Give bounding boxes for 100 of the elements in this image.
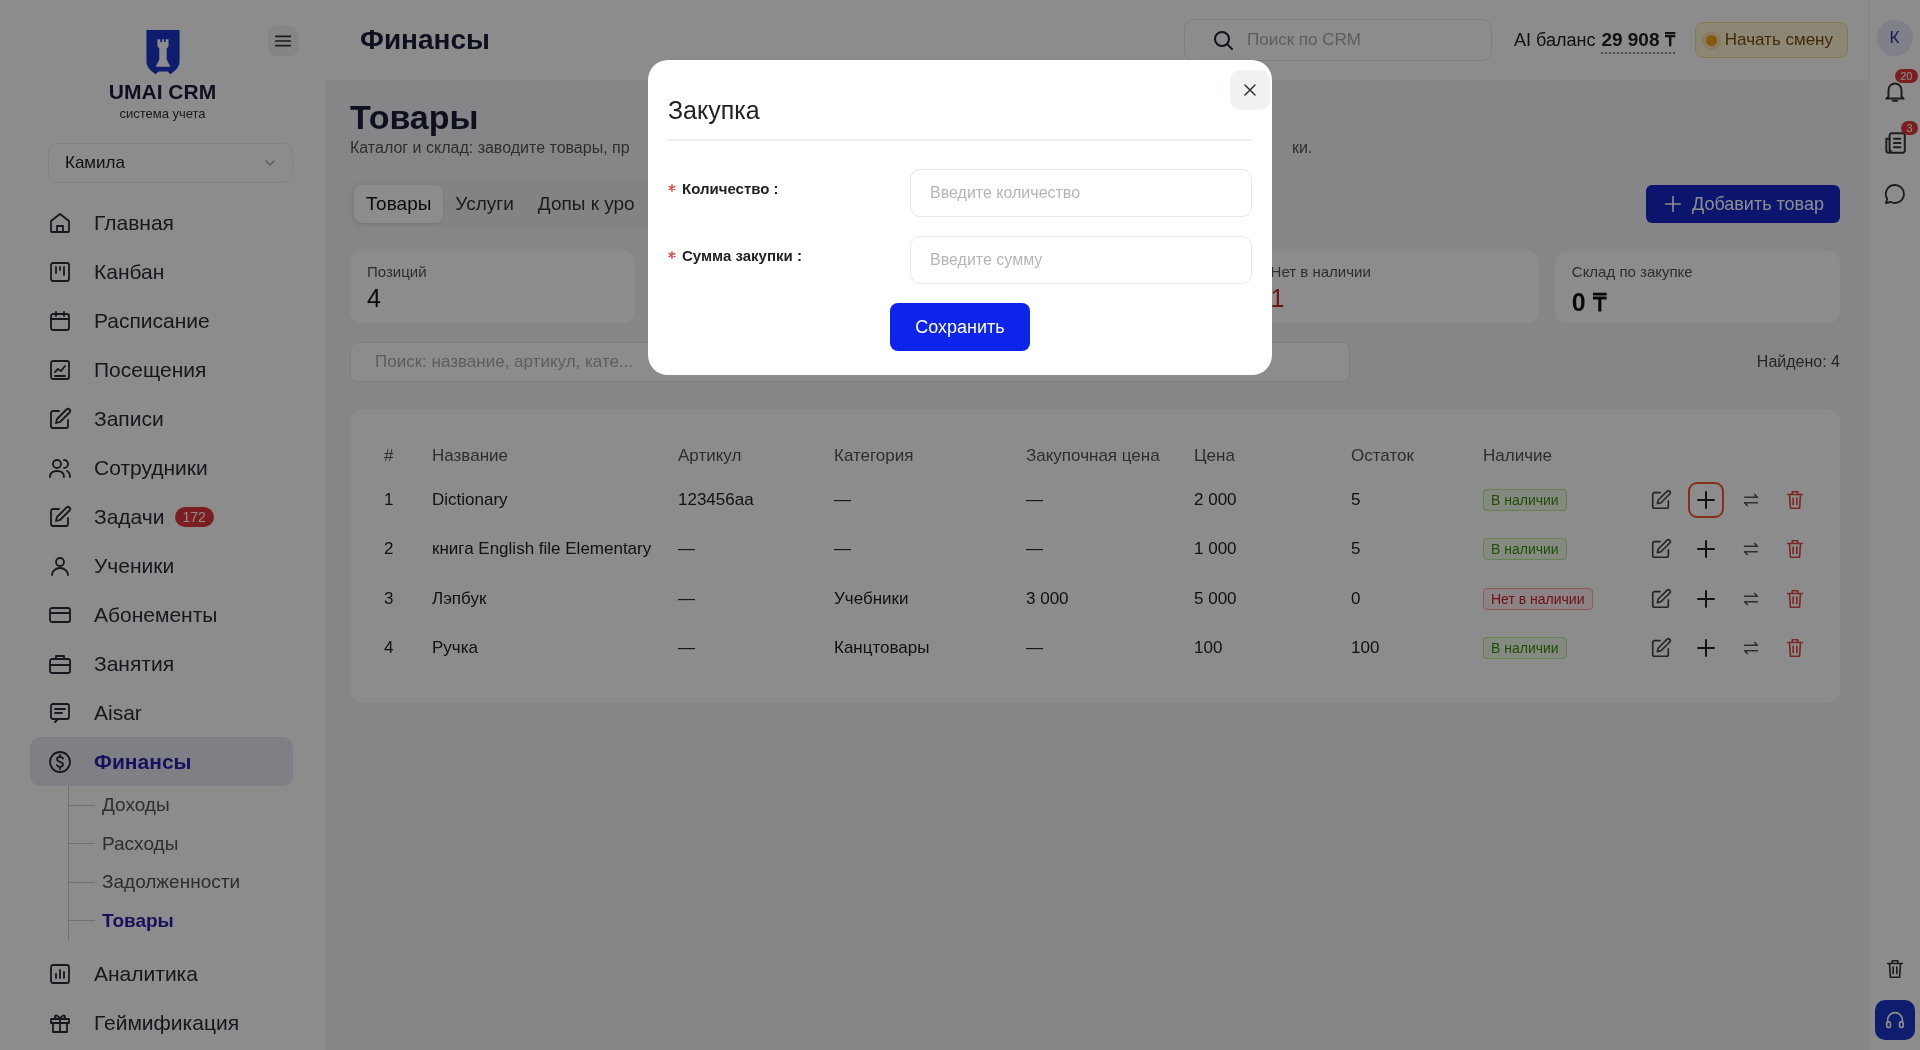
field-label: Сумма закупки :: [682, 246, 802, 264]
headset-icon: [1883, 1009, 1906, 1031]
stat-value: 1: [1270, 284, 1286, 313]
sidebar-item[interactable]: Расписание: [30, 296, 293, 345]
sidebar-item[interactable]: Геймификация: [30, 998, 293, 1047]
table-cell-text: 100: [1194, 637, 1224, 660]
trash-icon: [1784, 488, 1806, 511]
sidebar-item[interactable]: Абонементы: [30, 590, 293, 639]
column-header: Категория: [834, 437, 1026, 475]
table-cell: 5 000: [1194, 574, 1351, 624]
table-cell: Учебники: [834, 574, 1026, 624]
sidebar-item[interactable]: Аналитика: [30, 949, 293, 998]
start-shift-button[interactable]: Начать смену: [1694, 22, 1848, 58]
chart-board-icon: [48, 357, 72, 382]
input-field[interactable]: Введите количество: [910, 169, 1252, 217]
sidebar-subitem[interactable]: Товары: [69, 901, 325, 940]
availability-tag: В наличии: [1483, 538, 1567, 561]
trash-icon: [1784, 587, 1806, 610]
availability-tag: В наличии: [1483, 488, 1567, 511]
sidebar-item-label: Aisar: [94, 700, 142, 725]
sidebar-item[interactable]: Главная: [30, 198, 293, 247]
column-header: Артикул: [678, 445, 743, 467]
stat-value: 0 ₸: [1571, 287, 1608, 318]
sidebar-subitem[interactable]: Задолженности: [69, 863, 325, 902]
sidebar-item-label: Главная: [94, 210, 174, 235]
search-icon: [1211, 28, 1235, 52]
sidebar-subitem[interactable]: Доходы: [69, 786, 325, 825]
table-cell: 2 000: [1194, 475, 1351, 525]
sidebar-item[interactable]: Aisar: [30, 688, 293, 737]
sidebar-item-label: Ученики: [94, 553, 175, 578]
save-button[interactable]: Сохранить: [890, 303, 1030, 351]
section-description: ки.: [1292, 139, 1313, 157]
home-icon: [48, 210, 72, 235]
menu-button[interactable]: [268, 26, 298, 56]
sidebar-item[interactable]: Ученики: [30, 541, 293, 590]
dollar-icon: [48, 749, 72, 774]
page-title: Финансы: [360, 24, 491, 56]
tab[interactable]: Допы к уро: [525, 185, 647, 223]
table-cell: 3: [384, 574, 432, 624]
calendar-icon: [48, 308, 72, 333]
sidebar-item[interactable]: Сотрудники: [30, 443, 293, 492]
table-cell: 0: [1351, 574, 1483, 624]
sidebar-item[interactable]: Канбан: [30, 247, 293, 296]
table-cell-text: 4: [384, 637, 395, 660]
column-header: Остаток: [1351, 445, 1415, 467]
user-select-value: Камила: [65, 153, 125, 173]
add-product-button[interactable]: Добавить товар: [1646, 185, 1840, 223]
table-cell: 3 000: [1026, 574, 1194, 624]
sidebar-item[interactable]: Финансы: [30, 737, 293, 786]
logo-subtitle: система учета: [119, 106, 206, 121]
sidebar-item[interactable]: Записи: [30, 394, 293, 443]
edit-icon: [48, 406, 72, 431]
sidebar-item[interactable]: Задачи 172: [30, 492, 293, 541]
stat-value: 4: [367, 284, 382, 313]
section-title: Товары: [350, 98, 479, 137]
trash-icon: [1784, 637, 1806, 660]
sidebar-item-label: Аналитика: [94, 961, 198, 986]
table-cell: —: [834, 524, 1026, 574]
chat-icon: [1882, 182, 1907, 206]
sidebar-item-label: Занятия: [94, 651, 175, 676]
table-cell-text: Dictionary: [432, 488, 509, 511]
sidebar-item[interactable]: Занятия: [30, 639, 293, 688]
notification-badge: 3: [1901, 121, 1918, 135]
table-cell: 5: [1351, 475, 1483, 525]
stat-label: Позиций: [367, 263, 428, 280]
balance-value[interactable]: 29 908 ₸: [1601, 26, 1675, 54]
tab[interactable]: Товары: [354, 185, 444, 223]
table-cell-text: 1: [384, 488, 395, 511]
close-button[interactable]: [1230, 70, 1270, 110]
input-field[interactable]: Введите сумму: [910, 236, 1252, 284]
table-cell: 123456aa: [678, 475, 834, 525]
table-cell: 5: [1351, 524, 1483, 574]
table-cell: —: [678, 574, 834, 624]
table-cell: книга English file Elementary: [432, 524, 678, 574]
support-button[interactable]: [1874, 1000, 1915, 1040]
sidebar-item-label: Сотрудники: [94, 455, 208, 480]
bar-chart-icon: [48, 961, 72, 986]
edit-icon: [1650, 488, 1672, 511]
column-header: Закупочная цена: [1026, 445, 1161, 467]
count-badge: 172: [174, 506, 214, 527]
availability-tag: Нет в наличии: [1483, 587, 1593, 610]
logo-title: UMAI CRM: [108, 80, 217, 104]
stat-label: Нет в наличии: [1270, 263, 1372, 280]
tab[interactable]: Услуги: [443, 185, 526, 223]
user-select[interactable]: Камила: [48, 143, 293, 183]
table-cell-text: —: [1026, 538, 1044, 561]
column-header: Цена: [1194, 437, 1351, 475]
sidebar-item[interactable]: Посещения: [30, 345, 293, 394]
plus-button[interactable]: [1688, 481, 1724, 518]
sidebar-item-label: Абонементы: [94, 602, 218, 627]
avatar[interactable]: К: [1876, 20, 1913, 56]
table-cell: —: [678, 524, 834, 574]
plus-icon: [1662, 193, 1684, 215]
status-dot-icon: [1705, 34, 1717, 46]
sidebar-item-label: Записи: [94, 406, 164, 431]
table-cell: Канцтовары: [834, 623, 1026, 673]
sidebar-item-label: Задачи: [94, 504, 165, 529]
availability-tag: В наличии: [1483, 637, 1567, 660]
sidebar-subitem[interactable]: Расходы: [69, 824, 325, 863]
section-description: Каталог и склад: заводите товары, пр: [350, 139, 631, 157]
